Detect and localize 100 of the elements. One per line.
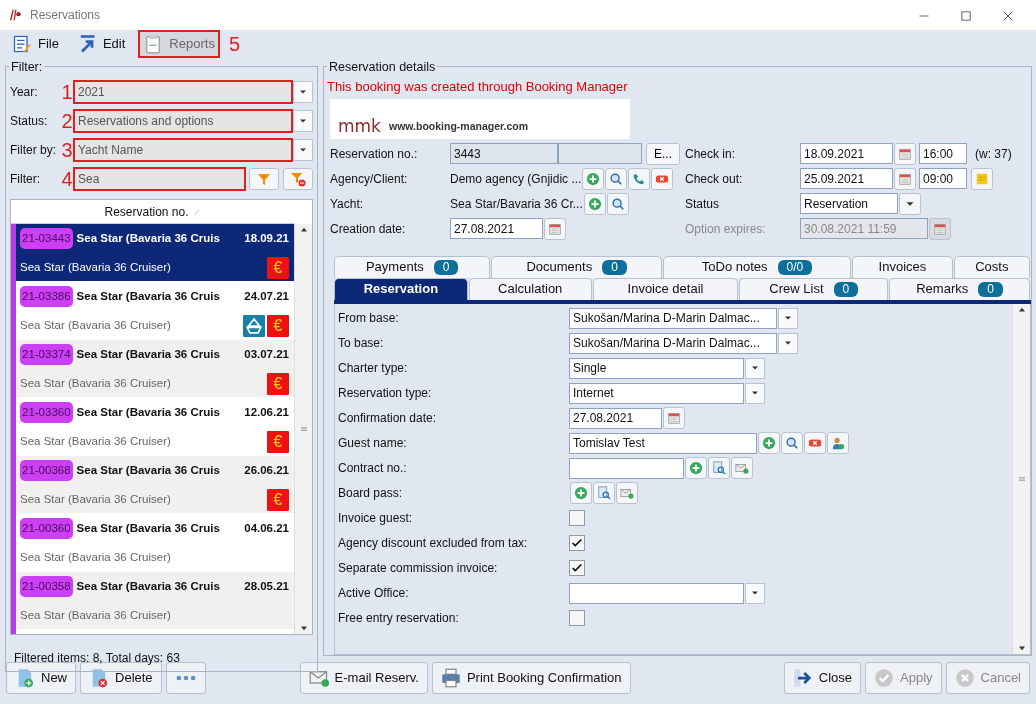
- checkbox[interactable]: [569, 510, 585, 526]
- add-button[interactable]: [685, 457, 707, 479]
- call-button[interactable]: [628, 167, 651, 190]
- add-button[interactable]: [582, 167, 605, 190]
- input-field[interactable]: 27.08.2021: [450, 218, 543, 239]
- attach-button[interactable]: [731, 457, 753, 479]
- attach-button[interactable]: [616, 482, 638, 504]
- tab[interactable]: Reservation: [334, 277, 468, 300]
- user-button[interactable]: [827, 432, 849, 454]
- item-subtitle: Sea Star (Bavaria 36 Cruiser): [20, 549, 171, 565]
- search-button[interactable]: [781, 432, 803, 454]
- filter-button[interactable]: [249, 167, 279, 190]
- date-picker-button[interactable]: [544, 217, 566, 240]
- envelope-add-icon: [735, 461, 749, 475]
- input-field[interactable]: 16:00: [919, 143, 967, 164]
- tab[interactable]: Costs: [953, 255, 1031, 278]
- column-header[interactable]: Reservation no.: [104, 202, 189, 221]
- dropdown-field[interactable]: Reservation: [800, 193, 898, 214]
- callout-number: 2: [61, 110, 73, 131]
- tab[interactable]: ToDo notes 0/0: [662, 255, 852, 278]
- input-field[interactable]: 3443: [450, 143, 558, 164]
- list-item[interactable]: 21-03374 Sea Star (Bavaria 36 Cruis 03.07.21 Sea Star (Bavaria 36 Cruiser) €: [16, 340, 294, 398]
- date-picker-button[interactable]: [894, 167, 916, 190]
- field-label: Invoice guest:: [338, 510, 414, 527]
- checkbox[interactable]: [569, 560, 585, 576]
- tab[interactable]: Invoice detail: [592, 277, 739, 300]
- field-label: From base:: [338, 310, 400, 327]
- date-picker-button[interactable]: [894, 142, 916, 165]
- dropdown-field[interactable]: Internet: [569, 382, 744, 404]
- list-item[interactable]: 21-03443 Sea Star (Bavaria 36 Cruis 18.09.21 Sea Star (Bavaria 36 Cruiser) €: [16, 224, 294, 282]
- find-document-button[interactable]: [708, 457, 730, 479]
- dropdown-field[interactable]: Single: [569, 357, 744, 379]
- dropdown-field[interactable]: Yacht Name: [74, 138, 292, 161]
- dropdown-button[interactable]: [778, 307, 798, 329]
- add-button[interactable]: [758, 432, 780, 454]
- dropdown-field[interactable]: 2021: [74, 80, 292, 103]
- tab[interactable]: Remarks 0: [889, 277, 1030, 300]
- field-label: Check out:: [685, 170, 743, 188]
- ellipsis-button[interactable]: E...: [646, 142, 680, 165]
- search-button[interactable]: [606, 192, 629, 215]
- scrollbar[interactable]: [294, 224, 312, 634]
- close-button[interactable]: Close: [783, 662, 861, 694]
- dropdown-button[interactable]: [745, 357, 765, 379]
- input-field[interactable]: 18.09.2021: [800, 143, 893, 164]
- sort-icon: [192, 207, 201, 216]
- checkbox[interactable]: [569, 535, 585, 551]
- plus-icon: [587, 196, 602, 211]
- dropdown-button[interactable]: [745, 382, 765, 404]
- tab[interactable]: Invoices: [852, 255, 953, 278]
- date-picker-button[interactable]: [663, 407, 685, 429]
- remove-button[interactable]: [804, 432, 826, 454]
- item-title: Sea Star (Bavaria 36 Cruis: [76, 520, 220, 536]
- dropdown-button[interactable]: [778, 332, 798, 354]
- dropdown-field[interactable]: Reservations and options: [74, 109, 292, 132]
- input-field[interactable]: 27.08.2021: [569, 407, 662, 429]
- search-button[interactable]: [605, 167, 628, 190]
- dropdown-field[interactable]: Sukošan/Marina D-Marin Dalmac...: [569, 332, 777, 354]
- find-document-button[interactable]: [593, 482, 615, 504]
- input-field[interactable]: [569, 457, 684, 479]
- dropdown-button[interactable]: [293, 109, 313, 132]
- input-field[interactable]: [558, 143, 642, 164]
- printer-icon: [440, 668, 461, 688]
- dropdown-button[interactable]: [745, 582, 765, 604]
- menu-button[interactable]: Edit: [72, 31, 130, 57]
- field-label: Agency/Client:: [330, 170, 408, 188]
- reservation-tag: 21-03386: [20, 285, 73, 308]
- add-button[interactable]: [570, 482, 592, 504]
- scrollbar[interactable]: [1012, 303, 1030, 654]
- list-item[interactable]: 21-00368 Sea Star (Bavaria 36 Cruis 26.06.21 Sea Star (Bavaria 36 Cruiser) €: [16, 456, 294, 514]
- dropdown-field[interactable]: [569, 582, 744, 604]
- item-title: Sea Star (Bavaria 36 Cruis: [76, 462, 220, 478]
- input-field[interactable]: Sea: [74, 167, 245, 190]
- dropdown-button[interactable]: [899, 192, 921, 215]
- date-picker-button[interactable]: [929, 217, 951, 240]
- field-label: Reservation type:: [338, 385, 433, 402]
- notice-text: This booking was created through Booking Manager: [327, 78, 629, 96]
- tab[interactable]: Documents 0: [491, 255, 662, 278]
- print-button[interactable]: Print Booking Confirmation: [431, 662, 631, 694]
- check-circle-icon: [874, 668, 894, 688]
- dropdown-button[interactable]: [293, 138, 313, 161]
- clear-filter-button[interactable]: [283, 167, 313, 190]
- tab[interactable]: Crew List 0: [739, 277, 889, 300]
- input-field[interactable]: Tomislav Test: [569, 432, 757, 454]
- dropdown-button[interactable]: [293, 80, 313, 103]
- dropdown-field[interactable]: Sukošan/Marina D-Marin Dalmac...: [569, 307, 777, 329]
- new-button[interactable]: New: [6, 662, 76, 694]
- more-button[interactable]: [165, 662, 206, 694]
- remove-button[interactable]: [651, 167, 674, 190]
- menu-button[interactable]: File: [8, 31, 63, 57]
- field-label: Check in:: [685, 145, 736, 163]
- add-button[interactable]: [583, 192, 606, 215]
- note-button[interactable]: [971, 167, 993, 190]
- list-item[interactable]: 21-00358 Sea Star (Bavaria 36 Cruis 28.05.21 Sea Star (Bavaria 36 Cruiser): [16, 572, 294, 630]
- input-field[interactable]: 25.09.2021: [800, 168, 893, 189]
- tab[interactable]: Payments 0: [334, 255, 491, 278]
- callout-number: 3: [61, 139, 73, 160]
- tab[interactable]: Calculation: [468, 277, 592, 300]
- input-field[interactable]: 09:00: [919, 168, 967, 189]
- email-button[interactable]: E-mail Reserv.: [299, 662, 428, 694]
- checkbox[interactable]: [569, 610, 585, 626]
